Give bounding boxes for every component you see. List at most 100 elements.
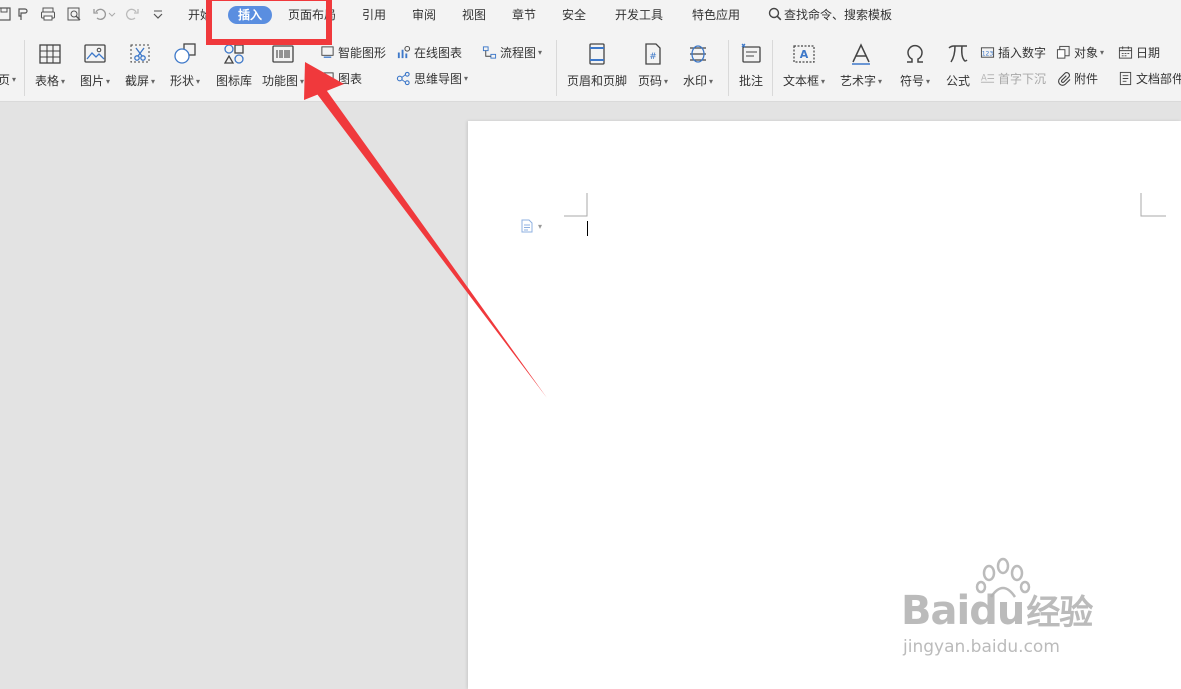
chevron-down-icon: ▾ [821,77,826,86]
ribbon-divider [772,40,773,96]
screenshot-button[interactable]: 截屏 ▾ [125,40,155,96]
shape-icon [171,40,199,68]
margin-corner-mark [1140,193,1166,217]
blank-page-button[interactable]: 页 ▾ [0,70,16,88]
omega-icon [901,40,929,68]
attachment-button[interactable]: 附件 [1056,69,1098,87]
tab-page-layout[interactable]: 页面布局 [288,0,336,30]
chevron-down-icon: ▾ [196,77,201,86]
calendar-icon [1118,45,1133,59]
paragraph-layout-icon[interactable]: ▾ [520,218,546,234]
mind-map-button[interactable]: 思维导图 ▾ [396,69,468,87]
search-commands-input[interactable]: 查找命令、搜索模板 [784,0,892,30]
icon-library-icon [220,40,248,68]
margin-corner-mark [564,193,588,217]
picture-icon [81,40,109,68]
art-text-button[interactable]: 艺术字 ▾ [840,40,882,96]
number-icon: 123 [980,46,995,58]
flowchart-button[interactable]: 流程图 ▾ [482,43,542,61]
picture-button[interactable]: 图片 ▾ [80,40,110,96]
mind-map-icon [396,71,410,85]
insert-ribbon: 页 ▾ 表格 ▾ 图片 ▾ 截屏 ▾ 形状 ▾ 图标库 功能图 ▾ 智能图形 图… [0,32,1181,102]
date-button[interactable]: 日期 [1118,43,1160,61]
chart-button[interactable]: 图表 [320,69,362,87]
chevron-down-icon: ▾ [709,77,714,86]
chevron-down-icon: ▾ [926,77,931,86]
watermark-button[interactable]: 水印 ▾ [683,40,713,96]
chevron-down-icon: ▾ [300,77,305,86]
tab-developer[interactable]: 开发工具 [615,0,663,30]
tab-references[interactable]: 引用 [362,0,386,30]
smart-art-icon [321,45,334,58]
print-preview-icon[interactable] [66,6,82,22]
flowchart-icon [482,45,497,59]
smart-art-button[interactable]: 智能图形 [320,43,386,61]
header-footer-icon [583,40,611,68]
chevron-down-icon: ▾ [1100,47,1105,57]
tab-view[interactable]: 视图 [462,0,486,30]
paperclip-icon [1058,71,1071,86]
svg-text:#: # [649,52,657,62]
chevron-down-icon: ▾ [61,77,66,86]
drop-cap-icon: A [980,72,995,83]
menu-bar: 开始 插入 页面布局 引用 审阅 视图 章节 安全 开发工具 特色应用 查找命令… [0,0,1181,32]
tab-special-apps[interactable]: 特色应用 [692,0,740,30]
search-icon[interactable] [768,7,782,21]
chevron-down-icon: ▾ [151,77,156,86]
format-painter-icon[interactable] [15,6,31,22]
watermark-suffix: 经验 [1026,593,1093,633]
tab-home[interactable]: 开始 [188,0,212,30]
text-cursor [587,221,588,236]
icon-library-button[interactable]: 图标库 [216,40,252,96]
watermark-brand-2: du [969,588,1025,634]
comment-icon [737,40,765,68]
chart-icon [321,71,334,85]
object-button[interactable]: 对象 ▾ [1056,43,1104,61]
tab-chapter[interactable]: 章节 [512,0,536,30]
online-chart-button[interactable]: 在线图表 [396,43,462,61]
insert-number-button[interactable]: 123 插入数字 [980,43,1046,61]
document-page[interactable]: ▾ Baidu经验 jingyan.baidu.com [468,121,1181,689]
table-button[interactable]: 表格 ▾ [35,40,65,96]
textbox-button[interactable]: A 文本框 ▾ [783,40,825,96]
chevron-down-icon: ▾ [12,74,17,84]
watermark-brand: Bai [901,588,970,634]
tab-review[interactable]: 审阅 [412,0,436,30]
barcode-icon [269,40,297,68]
scissors-icon [126,40,154,68]
tab-security[interactable]: 安全 [562,0,586,30]
chevron-down-icon: ▾ [664,77,669,86]
art-text-icon [847,40,875,68]
function-chart-button[interactable]: 功能图 ▾ [262,40,304,96]
online-chart-icon [397,45,411,58]
object-icon [1056,45,1070,59]
page-number-button[interactable]: # 页码 ▾ [638,40,668,96]
chevron-down-icon: ▾ [878,77,883,86]
svg-text:A: A [981,72,987,82]
drop-cap-button[interactable]: A 首字下沉 [980,69,1046,87]
watermark-url: jingyan.baidu.com [903,637,1060,657]
svg-text:123: 123 [982,50,994,57]
print-icon[interactable] [40,6,56,22]
table-icon [36,40,64,68]
save-icon[interactable] [0,6,12,22]
shape-button[interactable]: 形状 ▾ [170,40,200,96]
document-parts-icon [1119,71,1132,85]
chevron-down-icon: ▾ [538,47,543,57]
ribbon-divider [556,40,557,96]
undo-dropdown-icon[interactable] [108,6,116,22]
formula-button[interactable]: 公式 [944,40,972,96]
chevron-down-icon: ▾ [464,73,469,83]
customize-toolbar-icon[interactable] [150,6,166,22]
symbol-button[interactable]: 符号 ▾ [900,40,930,96]
textbox-icon: A [790,40,818,68]
baidu-watermark: Baidu经验 jingyan.baidu.com [901,557,1121,667]
document-parts-button[interactable]: 文档部件 [1118,69,1181,87]
undo-icon[interactable] [92,6,108,22]
tab-insert[interactable]: 插入 [228,6,273,24]
chevron-down-icon: ▾ [538,221,543,231]
ribbon-divider [24,40,25,96]
header-footer-button[interactable]: 页眉和页脚 [567,40,627,96]
comment-button[interactable]: 批注 [737,40,765,96]
redo-icon[interactable] [124,6,140,22]
